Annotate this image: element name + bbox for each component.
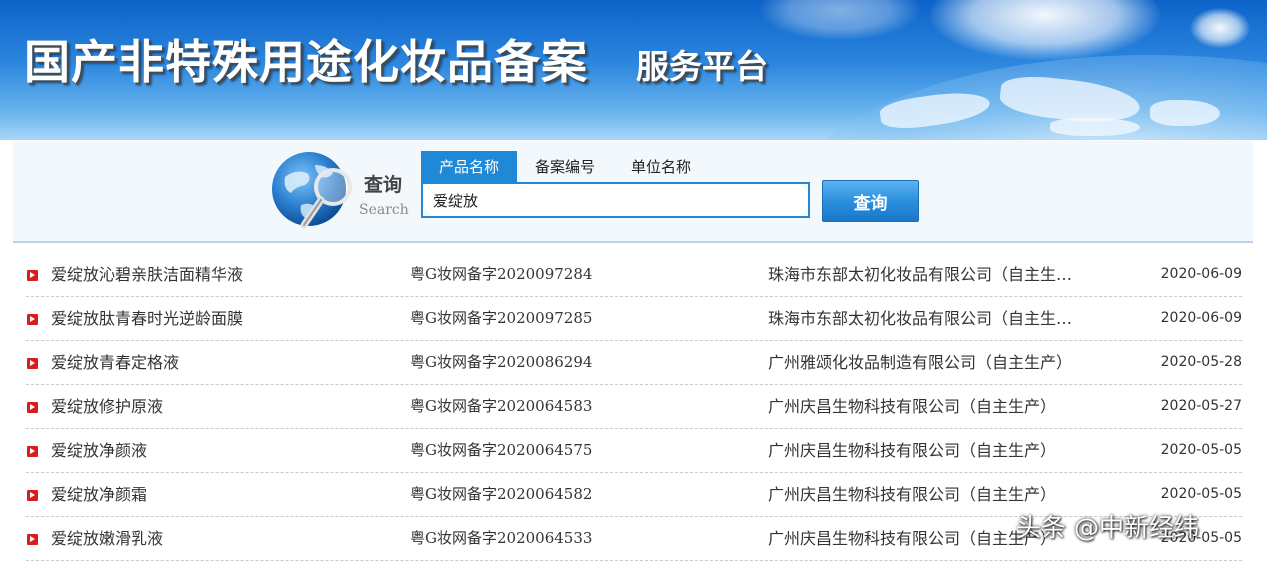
arrow-bullet-icon (27, 358, 38, 369)
search-button[interactable]: 查询 (822, 180, 919, 222)
arrow-bullet-icon (27, 270, 38, 281)
company-name: 广州庆昌生物科技有限公司（自主生产） (768, 397, 1057, 416)
search-panel: 查询 Search 产品名称 备案编号 单位名称 查询 (13, 141, 1253, 243)
arrow-bullet-icon (27, 490, 38, 501)
site-title: 国产非特殊用途化妆品备案 (24, 35, 588, 89)
search-input[interactable] (421, 182, 810, 218)
tab-record-number[interactable]: 备案编号 (517, 151, 613, 183)
record-number: 粤G妆网备字2020064583 (410, 397, 593, 415)
arrow-bullet-icon (27, 446, 38, 457)
company-name: 广州庆昌生物科技有限公司（自主生产） (768, 441, 1057, 460)
search-logo-sub: Search (359, 202, 409, 218)
record-number: 粤G妆网备字2020064533 (410, 529, 593, 547)
watermark: 头条 @中新经纬 (1016, 513, 1199, 542)
cloud-decoration (760, 0, 920, 40)
product-name[interactable]: 爱绽放青春定格液 (51, 341, 401, 384)
product-name[interactable]: 爱绽放肽青春时光逆龄面膜 (51, 297, 401, 340)
record-date: 2020-05-28 (1160, 354, 1242, 370)
company-name: 珠海市东部太初化妆品有限公司（自主生… (768, 309, 1073, 328)
search-globe-icon: 查询 Search (272, 152, 409, 229)
arrow-bullet-icon (27, 534, 38, 545)
cloud-decoration (930, 0, 1160, 60)
product-name[interactable]: 爱绽放沁碧亲肤洁面精华液 (51, 253, 401, 296)
site-subtitle: 服务平台 (636, 47, 768, 86)
record-number: 粤G妆网备字2020097285 (410, 309, 593, 327)
record-number: 粤G妆网备字2020064575 (410, 441, 593, 459)
record-date: 2020-06-09 (1160, 266, 1242, 282)
arrow-bullet-icon (27, 314, 38, 325)
result-row[interactable]: 爱绽放沁碧亲肤洁面精华液 粤G妆网备字2020097284 珠海市东部太初化妆品… (26, 253, 1242, 297)
product-name[interactable]: 爱绽放净颜液 (51, 429, 401, 472)
product-name[interactable]: 爱绽放净颜霜 (51, 473, 401, 516)
company-name: 广州雅颂化妆品制造有限公司（自主生产） (768, 353, 1073, 372)
record-number: 粤G妆网备字2020097284 (410, 265, 593, 283)
cloud-decoration (1190, 8, 1250, 48)
company-name: 珠海市东部太初化妆品有限公司（自主生… (768, 265, 1073, 284)
header-banner: 国产非特殊用途化妆品备案 服务平台 (0, 0, 1267, 140)
result-row[interactable]: 爱绽放肽青春时光逆龄面膜 粤G妆网备字2020097285 珠海市东部太初化妆品… (26, 297, 1242, 341)
record-date: 2020-05-05 (1160, 442, 1242, 458)
search-logo-label: 查询 (363, 173, 402, 196)
record-number: 粤G妆网备字2020086294 (410, 353, 593, 371)
result-row[interactable]: 爱绽放青春定格液 粤G妆网备字2020086294 广州雅颂化妆品制造有限公司（… (26, 341, 1242, 385)
arrow-bullet-icon (27, 402, 38, 413)
record-date: 2020-06-09 (1160, 310, 1242, 326)
record-number: 粤G妆网备字2020064582 (410, 485, 593, 503)
tab-product-name[interactable]: 产品名称 (421, 151, 518, 183)
search-tabs: 产品名称 备案编号 单位名称 (421, 151, 709, 183)
record-date: 2020-05-27 (1160, 398, 1242, 414)
tab-company-name[interactable]: 单位名称 (613, 151, 709, 183)
product-name[interactable]: 爱绽放嫩滑乳液 (51, 517, 401, 560)
result-row[interactable]: 爱绽放修护原液 粤G妆网备字2020064583 广州庆昌生物科技有限公司（自主… (26, 385, 1242, 429)
product-name[interactable]: 爱绽放修护原液 (51, 385, 401, 428)
result-row[interactable]: 爱绽放净颜液 粤G妆网备字2020064575 广州庆昌生物科技有限公司（自主生… (26, 429, 1242, 473)
